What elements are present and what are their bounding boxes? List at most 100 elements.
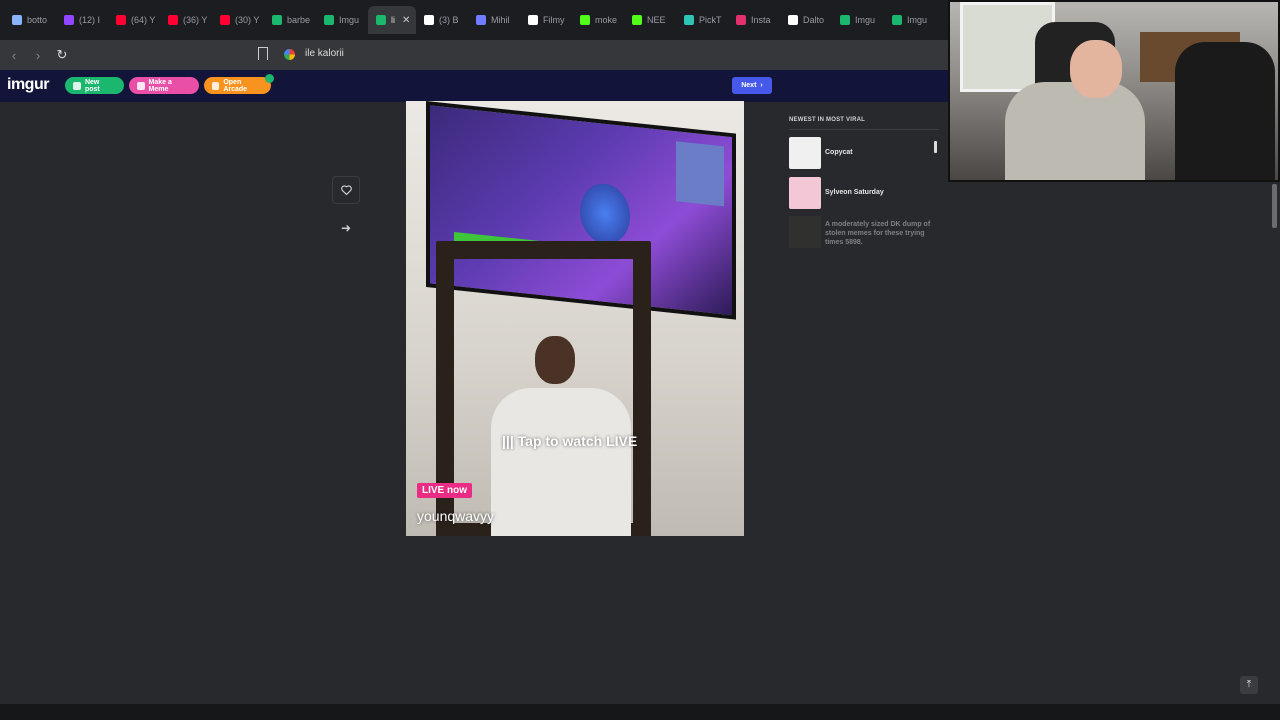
x-icon xyxy=(788,15,798,25)
page-scrollbar[interactable] xyxy=(1272,184,1277,228)
game-scene xyxy=(580,181,630,247)
taskbar xyxy=(0,704,1280,720)
sidebar-thumbnail xyxy=(789,177,821,209)
plus-icon xyxy=(73,81,81,90)
make-meme-button[interactable]: Make a Meme xyxy=(129,77,199,94)
imgur-logo[interactable]: imgur xyxy=(7,76,49,94)
info-icon xyxy=(476,15,486,25)
browser-tab-label: Mihil xyxy=(491,15,510,25)
imgur-icon xyxy=(892,15,902,25)
browser-tab-label: (3) B xyxy=(439,15,459,25)
webcam-overlay xyxy=(948,0,1280,182)
sidebar-item-title: Sylveon Saturday xyxy=(825,189,884,196)
browser-tab[interactable]: Dalto xyxy=(780,6,832,34)
imgur-icon xyxy=(324,15,334,25)
live-badge: LIVE now xyxy=(417,483,472,498)
browser-tab[interactable]: (3) B xyxy=(416,6,468,34)
reload-icon[interactable]: ↻ xyxy=(52,47,72,63)
google-icon xyxy=(284,49,295,60)
live-overlay-label: Tap to watch LIVE xyxy=(517,433,638,449)
browser-tab-label: (64) Y xyxy=(131,15,156,25)
browser-tab[interactable]: barbe xyxy=(264,6,316,34)
browser-tab-label: NEE xyxy=(647,15,666,25)
sidebar-item[interactable]: Copycat xyxy=(789,137,939,169)
open-arcade-label: Open Arcade xyxy=(223,78,248,93)
tiktok-icon xyxy=(528,15,538,25)
browser-tab-label: moke xyxy=(595,15,618,25)
browser-tab[interactable]: Insta xyxy=(728,6,780,34)
new-post-label: New post xyxy=(84,78,100,93)
sidebar-title: NEWEST IN MOST VIRAL xyxy=(789,117,865,123)
kick-icon xyxy=(632,15,642,25)
browser-tab[interactable]: (12) I xyxy=(56,6,108,34)
sidebar-item[interactable]: Sylveon Saturday xyxy=(789,177,939,209)
twitch-icon xyxy=(64,15,74,25)
heart-icon xyxy=(340,185,352,195)
pick-icon xyxy=(684,15,694,25)
browser-tab[interactable]: Imgu xyxy=(884,6,936,34)
imgur-icon xyxy=(272,15,282,25)
browser-tab-label: Filmy xyxy=(543,15,565,25)
browser-tab-label: Insta xyxy=(751,15,771,25)
favorite-button[interactable] xyxy=(332,176,360,204)
browser-tab-label: PickT xyxy=(699,15,722,25)
gamepad-icon xyxy=(212,81,220,90)
youtube-icon xyxy=(220,15,230,25)
browser-tab-label: li xyxy=(391,15,395,25)
browser-tab-label: Imgu xyxy=(907,15,928,25)
browser-tab-label: (36) Y xyxy=(183,15,208,25)
browser-tab-label: botto xyxy=(27,15,48,25)
browser-tab[interactable]: Imgu xyxy=(832,6,884,34)
x-icon xyxy=(424,15,434,25)
streamer-username: younqwavyy xyxy=(417,508,495,524)
sidebar-item[interactable]: A moderately sized DK dump of stolen mem… xyxy=(789,216,939,248)
sidebar-item-title: Copycat xyxy=(825,149,853,156)
close-tab-icon[interactable]: ✕ xyxy=(402,15,410,26)
browser-tab-label: (12) I xyxy=(79,15,101,25)
live-bars-icon: ||| xyxy=(502,433,514,449)
next-button[interactable]: Next › xyxy=(732,77,772,94)
robot-icon xyxy=(12,15,22,25)
browser-tab[interactable]: moke xyxy=(572,6,624,34)
browser-tab-label: (30) Y xyxy=(235,15,260,25)
kick-icon xyxy=(580,15,590,25)
meme-icon xyxy=(137,81,145,90)
browser-tab[interactable]: Mihil xyxy=(468,6,520,34)
bookmark-icon[interactable] xyxy=(258,47,268,60)
youtube-icon xyxy=(168,15,178,25)
browser-tab-label: Imgu xyxy=(855,15,876,25)
browser-tab[interactable]: Filmy xyxy=(520,6,572,34)
sidebar-thumbnail xyxy=(789,137,821,169)
imgur-icon xyxy=(840,15,850,25)
browser-tab[interactable]: (30) Y xyxy=(212,6,264,34)
webcam-chair-right xyxy=(1175,42,1275,180)
browser-tab-label: Dalto xyxy=(803,15,825,25)
browser-tab-label: Imgu xyxy=(339,15,360,25)
browser-tab[interactable]: (64) Y xyxy=(108,6,160,34)
game-minimap xyxy=(676,141,724,207)
share-icon[interactable]: ➜ xyxy=(338,220,354,236)
browser-tab[interactable]: (36) Y xyxy=(160,6,212,34)
browser-tab[interactable]: botto xyxy=(4,6,56,34)
sidebar-divider xyxy=(789,129,939,130)
scroll-to-top-button[interactable]: ⤒ xyxy=(1240,676,1258,694)
forward-icon[interactable]: › xyxy=(28,48,48,63)
sidebar-item-title: A moderately sized DK dump of stolen mem… xyxy=(825,221,931,246)
youtube-icon xyxy=(116,15,126,25)
streamer-head xyxy=(535,336,575,384)
url-field[interactable]: ile kalorii xyxy=(305,48,344,59)
new-post-button[interactable]: New post xyxy=(65,77,124,94)
browser-tab[interactable]: PickT xyxy=(676,6,728,34)
sidebar-scrollbar[interactable] xyxy=(934,141,937,153)
browser-tab[interactable]: NEE xyxy=(624,6,676,34)
browser-tab[interactable]: li ✕ xyxy=(368,6,416,34)
streamer-body xyxy=(491,388,631,536)
open-arcade-button[interactable]: Open Arcade xyxy=(204,77,271,94)
live-overlay-text[interactable]: ||| Tap to watch LIVE xyxy=(502,433,637,449)
imgur-icon xyxy=(376,15,386,25)
browser-tab[interactable]: Imgu xyxy=(316,6,368,34)
webcam-person-body xyxy=(1005,82,1145,180)
back-icon[interactable]: ‹ xyxy=(4,48,24,63)
chevron-right-icon: › xyxy=(760,82,763,89)
post-media[interactable]: ||| Tap to watch LIVE LIVE now younqwavy… xyxy=(406,101,744,536)
